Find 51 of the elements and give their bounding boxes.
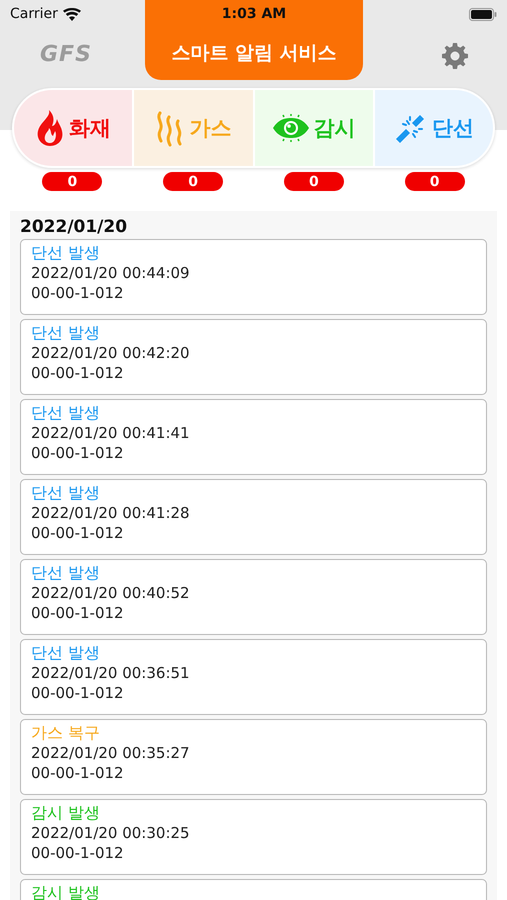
event-card[interactable]: 단선 발생 2022/01/20 00:36:51 00-00-1-012 bbox=[20, 639, 487, 715]
category-button[interactable]: 화재 bbox=[14, 90, 132, 166]
device-id: 00-00-1-012 bbox=[31, 283, 125, 303]
category-label: 단선 bbox=[432, 115, 474, 142]
app-title: 스마트 알림 서비스 bbox=[171, 41, 337, 66]
logo: GFS bbox=[40, 42, 92, 67]
device-id: 00-00-1-012 bbox=[31, 683, 125, 703]
event-card[interactable]: 단선 발생 2022/01/20 00:41:28 00-00-1-012 bbox=[20, 479, 487, 555]
event-time: 2022/01/20 00:42:20 bbox=[31, 343, 191, 363]
device-id: 00-00-1-012 bbox=[31, 363, 125, 383]
event-title: 단선 발생 bbox=[31, 243, 102, 263]
event-time: 2022/01/20 00:30:25 bbox=[31, 823, 191, 843]
event-time: 2022/01/20 00:35:27 bbox=[31, 743, 191, 763]
event-title: 단선 발생 bbox=[31, 323, 102, 343]
event-title: 단선 발생 bbox=[31, 483, 102, 503]
count-badge: 0 bbox=[404, 172, 465, 191]
event-card[interactable]: 가스 복구 2022/01/20 00:35:27 00-00-1-012 bbox=[20, 719, 487, 795]
event-card[interactable]: 단선 발생 2022/01/20 00:41:41 00-00-1-012 bbox=[20, 399, 487, 475]
category-label: 감시 bbox=[314, 115, 356, 142]
event-title: 감시 발생 bbox=[31, 803, 102, 823]
event-time: 2022/01/20 00:41:28 bbox=[31, 503, 191, 523]
battery-icon bbox=[469, 8, 497, 20]
event-time: 2022/01/20 00:36:51 bbox=[31, 663, 191, 683]
event-title: 단선 발생 bbox=[31, 563, 102, 583]
date-header: 2022/01/20 bbox=[20, 217, 128, 237]
count-badge: 0 bbox=[284, 172, 344, 191]
settings-icon[interactable] bbox=[442, 43, 468, 69]
device-id: 00-00-1-012 bbox=[31, 443, 125, 463]
category-label: 화재 bbox=[69, 115, 112, 142]
device-id: 00-00-1-012 bbox=[31, 843, 125, 863]
flame-icon bbox=[35, 109, 66, 147]
eye-icon bbox=[272, 114, 310, 142]
device-id: 00-00-1-012 bbox=[31, 603, 125, 623]
event-time: 2022/01/20 00:44:09 bbox=[31, 263, 191, 283]
event-time: 2022/01/20 00:41:41 bbox=[31, 423, 191, 443]
device-id: 00-00-1-012 bbox=[31, 763, 125, 783]
event-title: 단선 발생 bbox=[31, 643, 102, 663]
event-card[interactable]: 단선 발생 2022/01/20 00:40:52 00-00-1-012 bbox=[20, 559, 487, 635]
carrier-label: Carrier bbox=[10, 6, 58, 22]
category-label: 가스 bbox=[189, 115, 232, 142]
event-card[interactable]: 감시 발생 2022/01/20 00:30:25 00-00-1-012 bbox=[20, 799, 487, 875]
event-title: 가스 복구 bbox=[31, 723, 102, 743]
device-id: 00-00-1-012 bbox=[31, 523, 125, 543]
count-badge: 0 bbox=[42, 172, 102, 191]
event-title: 단선 발생 bbox=[31, 403, 102, 423]
wifi-icon bbox=[62, 8, 81, 20]
event-card[interactable]: 단선 발생 2022/01/20 00:44:09 00-00-1-012 bbox=[20, 239, 487, 315]
event-time: 2022/01/20 00:40:52 bbox=[31, 583, 191, 603]
event-card[interactable]: 단선 발생 2022/01/20 00:42:20 00-00-1-012 bbox=[20, 319, 487, 395]
status-time: 1:03 AM bbox=[222, 6, 286, 22]
count-badge: 0 bbox=[163, 172, 224, 191]
